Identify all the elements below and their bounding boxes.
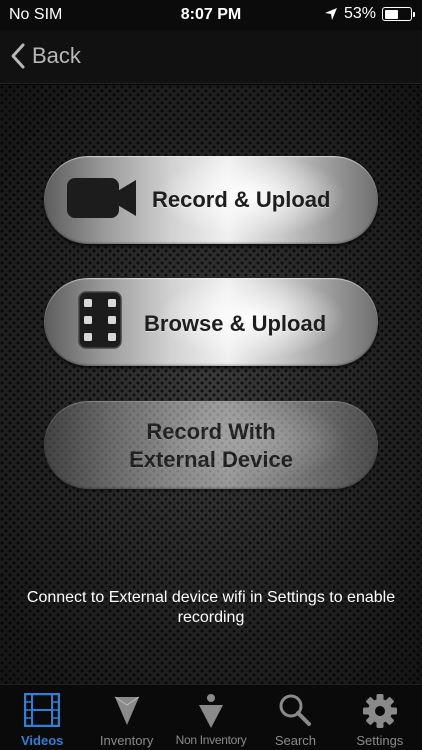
- record-external-device-button[interactable]: Record With External Device: [44, 401, 378, 489]
- tab-settings[interactable]: Settings: [338, 685, 422, 750]
- battery-fill: [384, 9, 398, 19]
- tab-bar: Videos Inventory Non Inventory Search Se…: [0, 684, 422, 750]
- status-right: 53%: [324, 5, 415, 23]
- film-icon: [24, 693, 61, 727]
- tab-non-inventory-label: Non Inventory: [175, 733, 247, 747]
- record-upload-label: Record & Upload: [152, 187, 331, 212]
- chevron-left-icon: [11, 43, 25, 69]
- tab-videos[interactable]: Videos: [0, 685, 84, 750]
- browse-upload-button[interactable]: Browse & Upload: [44, 278, 378, 366]
- info-message: Connect to External device wifi in Setti…: [26, 589, 396, 626]
- location-arrow-icon: [324, 8, 337, 20]
- tab-search[interactable]: Search: [253, 685, 337, 750]
- tab-non-inventory[interactable]: Non Inventory: [169, 685, 253, 750]
- browse-upload-label: Browse & Upload: [144, 311, 327, 336]
- tab-inventory-label: Inventory: [99, 733, 154, 748]
- back-label: Back: [32, 43, 81, 68]
- main-content: Record & Upload Browse & Upload Record W…: [0, 85, 422, 684]
- tab-videos-label: Videos: [21, 733, 64, 748]
- record-upload-button[interactable]: Record & Upload: [44, 156, 378, 244]
- battery-icon: [382, 7, 415, 21]
- video-camera-icon: [66, 176, 138, 225]
- inventory-icon: [114, 696, 139, 725]
- tab-settings-label: Settings: [356, 733, 404, 748]
- search-icon: [279, 694, 312, 726]
- tab-inventory[interactable]: Inventory: [84, 685, 168, 750]
- gear-icon: [362, 694, 397, 728]
- non-inventory-icon: [199, 694, 224, 728]
- status-bar: No SIM 8:07 PM 53%: [0, 0, 422, 30]
- tab-search-label: Search: [274, 733, 317, 748]
- record-external-label: Record With External Device: [44, 418, 378, 474]
- navigation-bar: Back: [0, 30, 422, 84]
- back-button[interactable]: Back: [10, 40, 81, 72]
- battery-percent: 53%: [343, 5, 376, 22]
- film-strip-icon: [78, 291, 122, 354]
- record-external-line2: External Device: [129, 447, 293, 472]
- record-external-line1: Record With: [146, 419, 276, 444]
